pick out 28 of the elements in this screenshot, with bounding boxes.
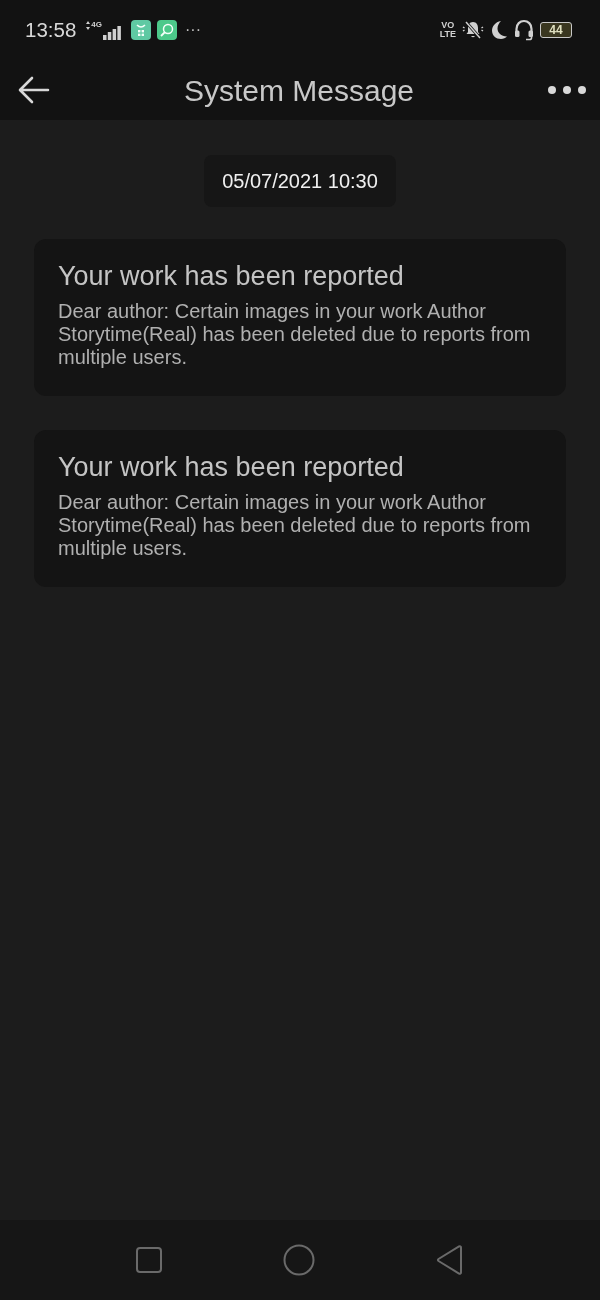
moon-icon bbox=[490, 20, 508, 40]
message-title: Your work has been reported bbox=[58, 452, 405, 482]
message-body: Dear author: Certain images in your work Author Storytime(Real) has been deleted due to reports from multiple users. bbox=[58, 300, 532, 369]
date-stamp: 05/07/2021 10:30 bbox=[204, 155, 396, 207]
app-notification-icon bbox=[131, 20, 151, 40]
triangle-icon bbox=[436, 1245, 464, 1275]
back-button[interactable] bbox=[18, 76, 50, 104]
battery-percent: 44 bbox=[549, 24, 563, 36]
more-notifications-label: ··· bbox=[185, 21, 201, 39]
more-options-button[interactable] bbox=[548, 86, 586, 94]
square-icon bbox=[136, 1247, 162, 1273]
message-title: Your work has been reported bbox=[58, 261, 405, 291]
more-icon bbox=[548, 86, 586, 94]
home-button[interactable] bbox=[283, 1244, 315, 1276]
app-notification-icon bbox=[157, 20, 177, 40]
status-time: 13:58 bbox=[25, 18, 77, 42]
signal-icon bbox=[103, 26, 121, 40]
volte-label: VO LTE bbox=[439, 21, 456, 39]
page-title: System Message bbox=[183, 73, 415, 108]
back-arrow-icon bbox=[18, 76, 50, 104]
circle-icon bbox=[283, 1244, 315, 1276]
back-nav-button[interactable] bbox=[436, 1245, 464, 1275]
muted-bell-icon bbox=[462, 20, 484, 40]
data-arrows-icon bbox=[86, 21, 91, 30]
network-type-label: 4G bbox=[91, 21, 102, 29]
message-body: Dear author: Certain images in your work Author Storytime(Real) has been deleted due to reports from multiple users. bbox=[58, 491, 532, 560]
recent-apps-button[interactable] bbox=[136, 1247, 162, 1273]
headphones-icon bbox=[514, 19, 534, 41]
